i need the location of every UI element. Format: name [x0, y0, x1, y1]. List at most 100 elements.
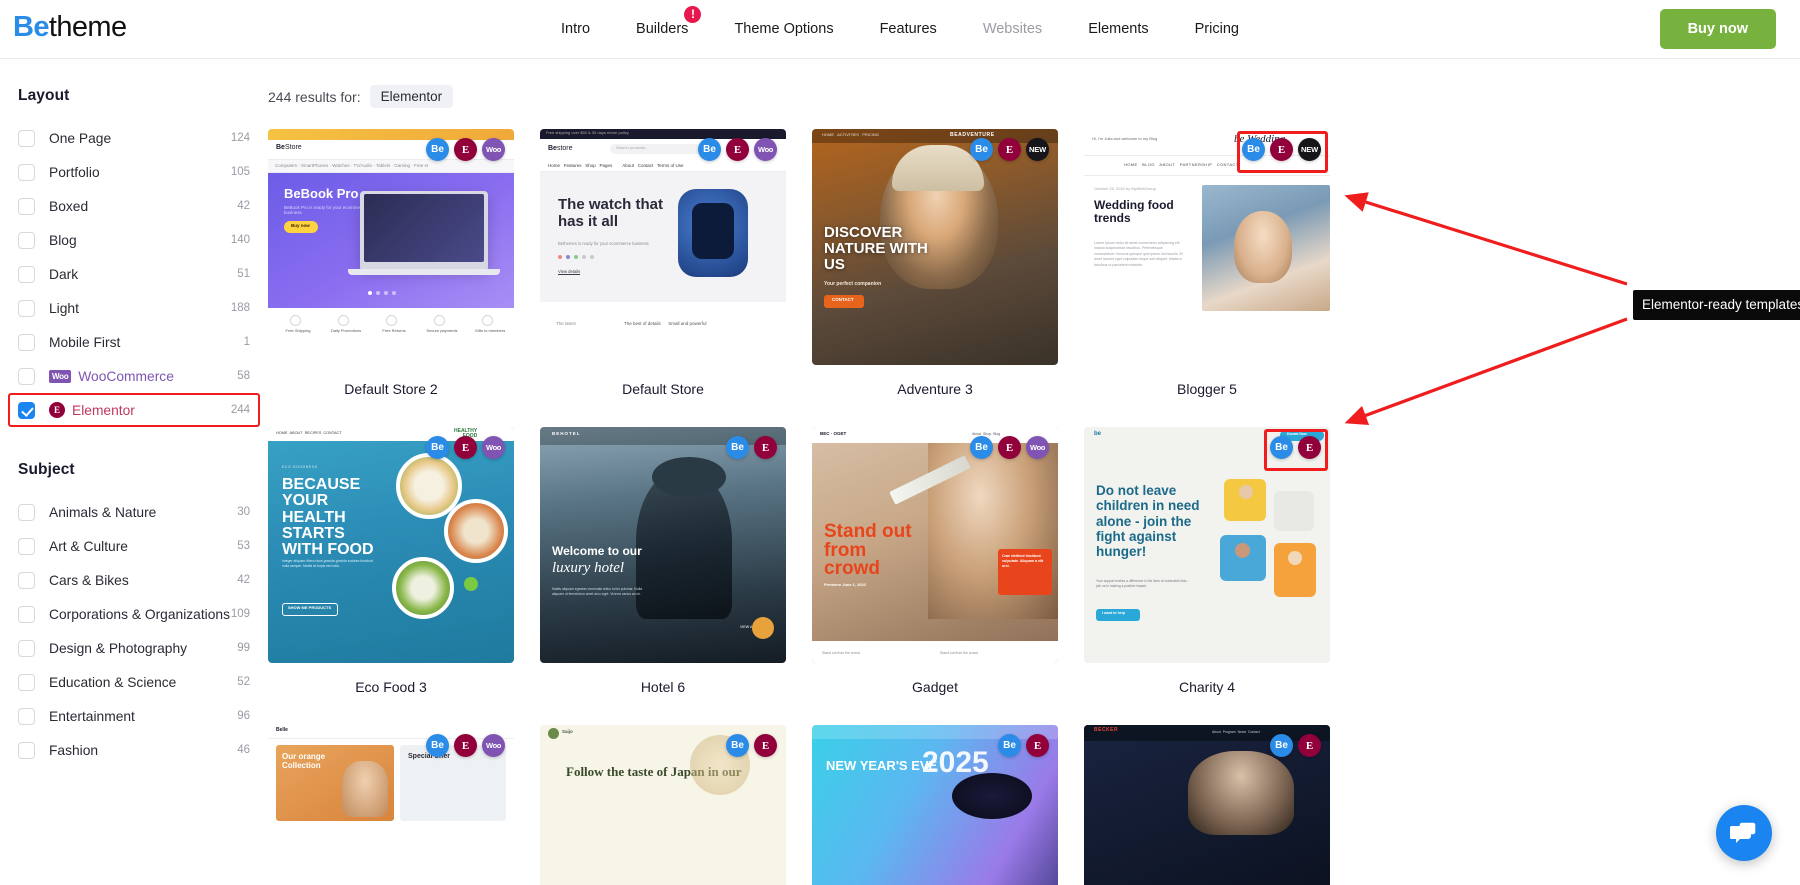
checkbox-unchecked[interactable] — [18, 367, 35, 385]
template-card[interactable]: BEC · OGET About Shop Blog Stand out from … — [812, 427, 1058, 714]
filter-row-cars-bikes[interactable]: Cars & Bikes 42 — [0, 563, 268, 597]
template-card[interactable]: BECKER About Program News Contact Be E — [1084, 725, 1330, 885]
elementor-badge-icon[interactable]: E — [1026, 734, 1049, 757]
template-thumbnail[interactable]: NEW YEAR'S EVE 2025 Be E — [812, 725, 1058, 885]
woocommerce-badge-icon[interactable]: Woo — [482, 436, 505, 459]
checkbox-unchecked[interactable] — [18, 265, 35, 283]
filter-row-art-culture[interactable]: Art & Culture 53 — [0, 529, 268, 563]
buy-now-button[interactable]: Buy now — [1659, 9, 1776, 49]
template-card[interactable]: NEW YEAR'S EVE 2025 Be E — [812, 725, 1058, 885]
elementor-badge-icon[interactable]: E — [754, 734, 777, 757]
elementor-badge-icon[interactable]: E — [454, 436, 477, 459]
nav-item-intro[interactable]: Intro — [538, 15, 613, 43]
new-badge[interactable]: NEW — [1298, 138, 1321, 161]
template-thumbnail[interactable]: be Donate Now Do not leave children in nee… — [1084, 427, 1330, 663]
checkbox-unchecked[interactable] — [18, 299, 35, 317]
checkbox-unchecked[interactable] — [18, 163, 35, 181]
checkbox-unchecked[interactable] — [18, 707, 35, 725]
chat-launcher-button[interactable] — [1716, 805, 1772, 861]
template-thumbnail[interactable]: Hi, I'm Julia and welcome to my Blog be W… — [1084, 129, 1330, 365]
filter-row-light[interactable]: Light 188 — [0, 291, 268, 325]
template-thumbnail[interactable]: BEC · OGET About Shop Blog Stand out from … — [812, 427, 1058, 663]
betheme-badge-icon[interactable]: Be — [1270, 734, 1293, 757]
elementor-badge-icon[interactable]: E — [998, 138, 1021, 161]
filter-row-design-photography[interactable]: Design & Photography 99 — [0, 631, 268, 665]
template-thumbnail[interactable]: BEHOTEL Welcome to our luxury hotel Mattis … — [540, 427, 786, 663]
checkbox-unchecked[interactable] — [18, 639, 35, 657]
filter-row-mobile-first[interactable]: Mobile First 1 — [0, 325, 268, 359]
checkbox-unchecked[interactable] — [18, 503, 35, 521]
nav-item-features[interactable]: Features — [857, 15, 960, 43]
elementor-badge-icon[interactable]: E — [454, 138, 477, 161]
elementor-icon: E — [49, 402, 65, 418]
template-thumbnail[interactable]: Belle Our orange Collection Special offer B… — [268, 725, 514, 885]
woocommerce-badge-icon[interactable]: Woo — [482, 734, 505, 757]
template-thumbnail[interactable]: Saijo Follow the taste of Japan in our Be E — [540, 725, 786, 885]
woocommerce-badge-icon[interactable]: Woo — [482, 138, 505, 161]
nav-item-pricing[interactable]: Pricing — [1172, 15, 1262, 43]
filter-row-education-science[interactable]: Education & Science 52 — [0, 665, 268, 699]
checkbox-unchecked[interactable] — [18, 673, 35, 691]
nav-item-theme-options[interactable]: Theme Options — [711, 15, 856, 43]
filter-row-fashion[interactable]: Fashion 46 — [0, 733, 268, 767]
checkbox-unchecked[interactable] — [18, 537, 35, 555]
filter-row-blog[interactable]: Blog 140 — [0, 223, 268, 257]
active-filter-chip[interactable]: Elementor — [369, 85, 454, 108]
template-card[interactable]: BEHOTEL Welcome to our luxury hotel Mattis … — [540, 427, 786, 714]
filter-row-entertainment[interactable]: Entertainment 96 — [0, 699, 268, 733]
woocommerce-badge-icon[interactable]: Woo — [1026, 436, 1049, 459]
checkbox-unchecked[interactable] — [18, 231, 35, 249]
checkbox-unchecked[interactable] — [18, 571, 35, 589]
betheme-badge-icon[interactable]: Be — [1270, 436, 1293, 459]
elementor-badge-icon[interactable]: E — [726, 138, 749, 161]
betheme-badge-icon[interactable]: Be — [726, 436, 749, 459]
template-card[interactable]: be Donate Now Do not leave children in nee… — [1084, 427, 1330, 714]
betheme-badge-icon[interactable]: Be — [998, 734, 1021, 757]
template-card[interactable]: Saijo Follow the taste of Japan in our Be E — [540, 725, 786, 885]
filter-row-boxed[interactable]: Boxed 42 — [0, 189, 268, 223]
filter-row-corporations-organizations[interactable]: Corporations & Organizations 109 — [0, 597, 268, 631]
template-thumbnail[interactable]: BEADVENTURE HOME ACTIVITIES PRICING DISCOV… — [812, 129, 1058, 365]
filter-row-animals-nature[interactable]: Animals & Nature 30 — [0, 495, 268, 529]
woocommerce-badge-icon[interactable]: Woo — [754, 138, 777, 161]
nav-item-elements[interactable]: Elements — [1065, 15, 1171, 43]
betheme-badge-icon[interactable]: Be — [970, 436, 993, 459]
checkbox-unchecked[interactable] — [18, 129, 35, 147]
template-card[interactable]: BeStore Computers · SmartPhones · Watches… — [268, 129, 514, 416]
betheme-badge-icon[interactable]: Be — [426, 436, 449, 459]
template-thumbnail[interactable]: HOME ABOUT RECIPES CONTACTHEALTHYFOODECO… — [268, 427, 514, 663]
template-card[interactable]: BEADVENTURE HOME ACTIVITIES PRICING DISCOV… — [812, 129, 1058, 416]
checkbox-unchecked[interactable] — [18, 333, 35, 351]
elementor-badge-icon[interactable]: E — [754, 436, 777, 459]
filter-row-portfolio[interactable]: Portfolio 105 — [0, 155, 268, 189]
elementor-badge-icon[interactable]: E — [998, 436, 1021, 459]
template-thumbnail[interactable]: BeStore Computers · SmartPhones · Watches… — [268, 129, 514, 365]
filter-row-elementor[interactable]: E Elementor 244 — [0, 393, 268, 427]
checkbox-unchecked[interactable] — [18, 197, 35, 215]
template-card[interactable]: Free shipping over $50 & 30 days return … — [540, 129, 786, 416]
betheme-badge-icon[interactable]: Be — [970, 138, 993, 161]
betheme-badge-icon[interactable]: Be — [426, 734, 449, 757]
elementor-badge-icon[interactable]: E — [1298, 734, 1321, 757]
nav-item-websites[interactable]: Websites — [960, 15, 1065, 43]
elementor-badge-icon[interactable]: E — [1270, 138, 1293, 161]
new-badge[interactable]: NEW — [1026, 138, 1049, 161]
elementor-badge-icon[interactable]: E — [454, 734, 477, 757]
nav-item-builders[interactable]: Builders! — [613, 6, 711, 43]
checkbox-unchecked[interactable] — [18, 605, 35, 623]
template-thumbnail[interactable]: Free shipping over $50 & 30 days return … — [540, 129, 786, 365]
template-thumbnail[interactable]: BECKER About Program News Contact Be E — [1084, 725, 1330, 885]
template-card[interactable]: Belle Our orange Collection Special offer B… — [268, 725, 514, 885]
betheme-badge-icon[interactable]: Be — [426, 138, 449, 161]
checkbox-checked[interactable] — [18, 401, 35, 419]
checkbox-unchecked[interactable] — [18, 741, 35, 759]
betheme-badge-icon[interactable]: Be — [726, 734, 749, 757]
filter-row-one-page[interactable]: One Page 124 — [0, 121, 268, 155]
elementor-badge-icon[interactable]: E — [1298, 436, 1321, 459]
betheme-badge-icon[interactable]: Be — [698, 138, 721, 161]
template-card[interactable]: Hi, I'm Julia and welcome to my Blog be W… — [1084, 129, 1330, 416]
betheme-badge-icon[interactable]: Be — [1242, 138, 1265, 161]
template-card[interactable]: HOME ABOUT RECIPES CONTACTHEALTHYFOODECO… — [268, 427, 514, 714]
filter-row-dark[interactable]: Dark 51 — [0, 257, 268, 291]
filter-row-woocommerce[interactable]: Woo WooCommerce 58 — [0, 359, 268, 393]
